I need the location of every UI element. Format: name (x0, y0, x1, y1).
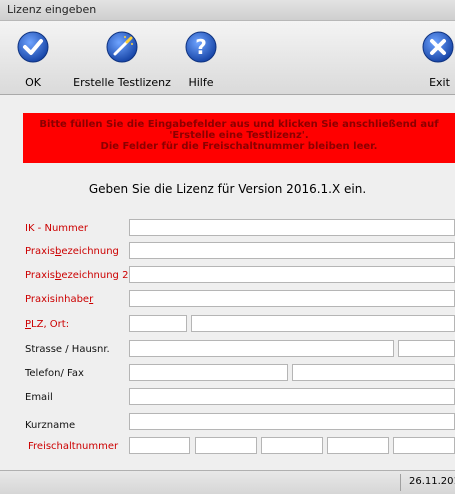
hausnummer-input[interactable] (398, 340, 455, 357)
toolbar: OK Erstelle Testlizenz ? Hilfe Exit (0, 21, 455, 95)
praxisbezeichnung2-label: Praxisbezeichnung 2 (25, 270, 128, 281)
praxisbezeichnung-label-part2: ezeichnung (61, 246, 119, 257)
fax-input[interactable] (292, 364, 455, 381)
version-headline: Geben Sie die Lizenz für Version 2016.1.… (88, 182, 367, 196)
testlizenz-label: Erstelle Testlizenz (73, 76, 171, 89)
hilfe-button[interactable]: ? Hilfe (176, 21, 226, 94)
kurzname-label: Kurzname (25, 420, 76, 431)
status-separator (400, 474, 401, 491)
freischaltnummer-part4-input[interactable] (327, 437, 389, 454)
plz-ort-label: PLZ, Ort: (25, 319, 69, 330)
title-bar: Lizenz eingeben (0, 0, 455, 21)
freischaltnummer-part1-input[interactable] (129, 437, 190, 454)
praxisbezeichnung-label: Praxisbezeichnung (25, 246, 119, 257)
telefon-input[interactable] (129, 364, 288, 381)
strasse-label: Strasse / Hausnr. (25, 344, 110, 355)
ok-button[interactable]: OK (8, 21, 58, 94)
banner-line-1: Bitte füllen Sie die Eingabefelder aus u… (39, 119, 439, 130)
praxisinhaber-input[interactable] (129, 290, 455, 307)
praxisinhaber-label-accesskey: r (89, 294, 94, 305)
praxisbezeichnung2-label-part2: ezeichnung 2 (61, 270, 129, 281)
ort-input[interactable] (191, 315, 455, 332)
close-icon (422, 31, 454, 63)
plz-input[interactable] (129, 315, 187, 332)
freischaltnummer-part2-input[interactable] (195, 437, 257, 454)
praxisbezeichnung-input[interactable] (129, 242, 455, 259)
ik-nummer-label: IK - Nummer (25, 223, 89, 234)
kurzname-input[interactable] (129, 413, 455, 430)
freischaltnummer-part3-input[interactable] (261, 437, 323, 454)
magic-wand-icon (106, 31, 138, 63)
email-label: Email (25, 392, 53, 403)
praxisinhaber-label: Praxisinhaber (25, 294, 93, 305)
email-input[interactable] (129, 388, 455, 405)
banner-line-2: 'Erstelle eine Testlizenz'. (169, 130, 309, 141)
erstelle-testlizenz-button[interactable]: Erstelle Testlizenz (72, 21, 172, 94)
status-bar: 26.11.2015 (0, 470, 455, 494)
help-icon: ? (185, 31, 217, 63)
telefon-fax-label: Telefon/ Fax (25, 368, 84, 379)
hilfe-label: Hilfe (188, 76, 214, 89)
freischaltnummer-part5-input[interactable] (393, 437, 455, 454)
banner-line-3: Die Felder für die Freischaltnummer blei… (100, 141, 378, 152)
praxisinhaber-label-part1: Praxisinhabe (25, 294, 90, 305)
status-date: 26.11.2015 (409, 476, 455, 487)
check-icon (17, 31, 49, 63)
praxisbezeichnung2-label-part1: Praxis (25, 270, 55, 281)
strasse-input[interactable] (129, 340, 394, 357)
exit-label: Exit (429, 76, 450, 89)
freischaltnummer-label: Freischaltnummer (28, 441, 119, 452)
praxisbezeichnung2-input[interactable] (129, 266, 455, 283)
svg-text:?: ? (195, 35, 207, 59)
exit-button[interactable]: Exit (418, 21, 455, 94)
praxisbezeichnung-label-part1: Praxis (25, 246, 55, 257)
plz-ort-label-part2: LZ, Ort: (31, 319, 70, 330)
instruction-banner: Bitte füllen Sie die Eingabefelder aus u… (23, 113, 455, 163)
license-form-panel: Bitte füllen Sie die Eingabefelder aus u… (0, 95, 455, 470)
ok-label: OK (25, 76, 41, 89)
window-title: Lizenz eingeben (7, 3, 97, 16)
ik-nummer-input[interactable] (129, 219, 455, 236)
